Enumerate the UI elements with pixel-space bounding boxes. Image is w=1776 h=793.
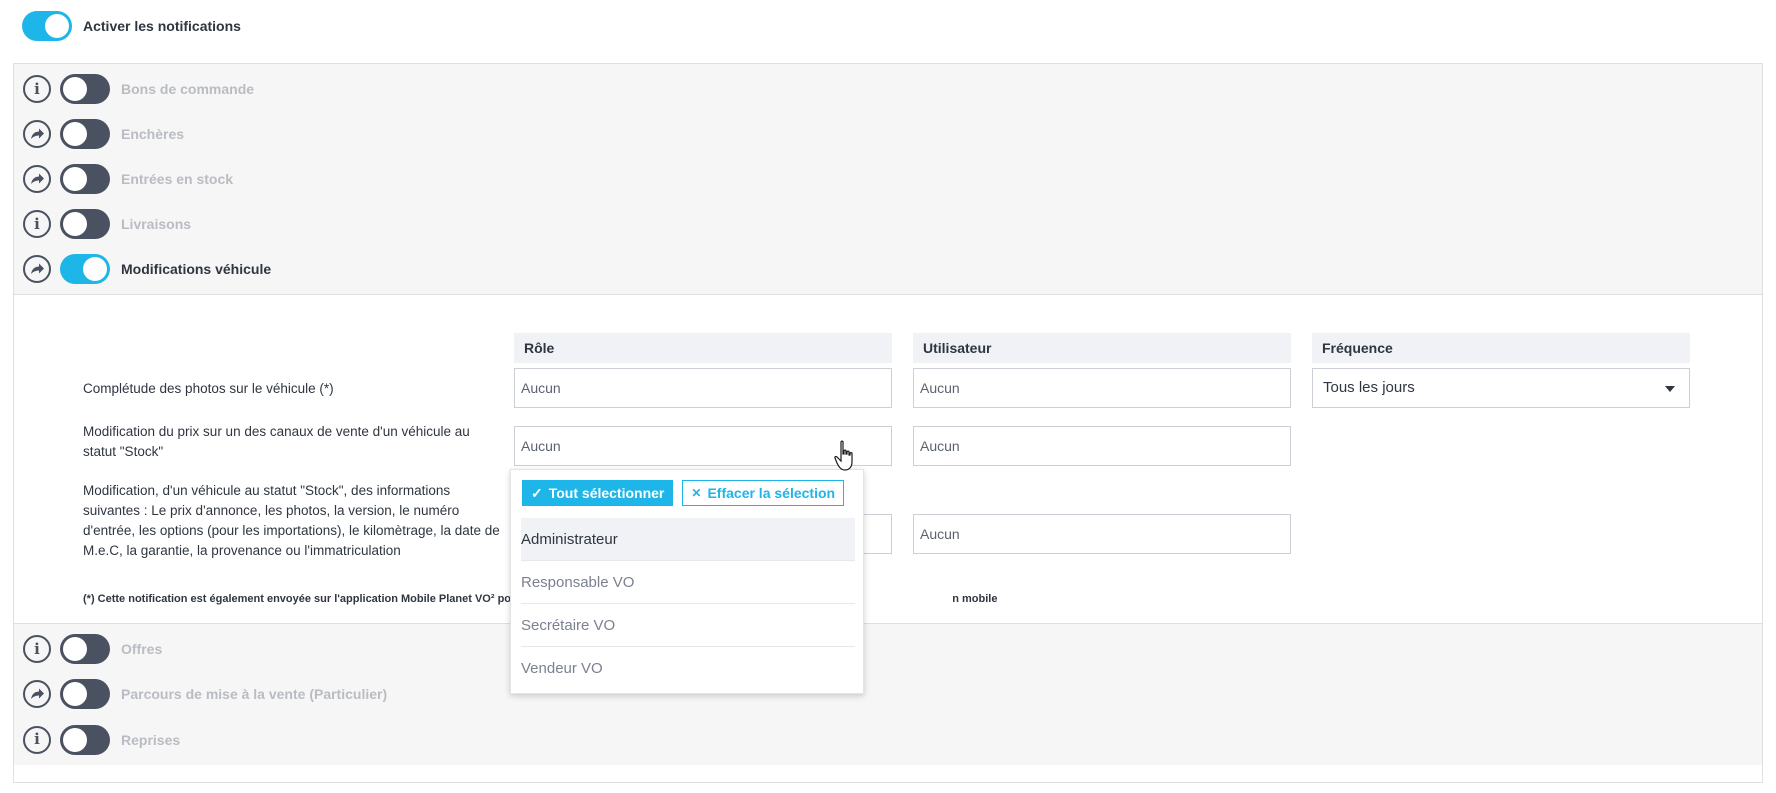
select-all-label: Tout sélectionner <box>548 485 665 501</box>
category-toggle-parcours[interactable] <box>60 679 110 709</box>
footnote-text-end: n mobile <box>952 593 998 605</box>
toggle-knob <box>63 682 87 706</box>
category-row-encheres: Enchères <box>14 109 1762 160</box>
info-icon[interactable]: i <box>23 210 51 238</box>
dropdown-option-vendeur-vo[interactable]: Vendeur VO <box>521 647 855 690</box>
info-icon[interactable]: i <box>23 725 51 754</box>
user-select[interactable]: Aucun <box>913 368 1291 408</box>
close-icon: ✕ <box>691 486 702 500</box>
category-label: Offres <box>121 641 163 657</box>
share-icon[interactable] <box>23 165 51 193</box>
modifications-vehicule-settings: Rôle Utilisateur Fréquence Complétude de… <box>14 319 1762 624</box>
master-notifications-toggle[interactable] <box>22 11 72 41</box>
dropdown-option-administrateur[interactable]: Administrateur <box>521 518 855 561</box>
info-icon[interactable]: i <box>23 635 51 663</box>
chevron-down-icon <box>1665 386 1675 392</box>
category-label: Modifications véhicule <box>121 261 272 277</box>
notification-categories-panel: i Bons de commande Enchères Entrées en s… <box>13 63 1763 783</box>
toggle-knob <box>63 167 87 191</box>
toggle-knob <box>63 122 87 146</box>
toggle-knob <box>63 727 87 752</box>
category-toggle-livraisons[interactable] <box>60 209 110 239</box>
role-dropdown-menu: ✓ Tout sélectionner ✕ Effacer la sélecti… <box>510 469 864 694</box>
category-toggle-entrees-en-stock[interactable] <box>60 164 110 194</box>
share-icon[interactable] <box>23 680 51 708</box>
category-label: Bons de commande <box>121 81 255 97</box>
hand-cursor-icon <box>834 440 853 471</box>
toggle-knob <box>83 257 107 281</box>
category-label: Parcours de mise à la vente (Particulier… <box>121 686 388 702</box>
toggle-knob <box>63 77 87 101</box>
check-icon: ✓ <box>531 485 543 501</box>
clear-selection-label: Effacer la sélection <box>707 485 836 501</box>
dropdown-option-secretaire-vo[interactable]: Secrétaire VO <box>521 604 855 647</box>
frequency-select[interactable]: Tous les jours <box>1312 368 1690 408</box>
column-header-user: Utilisateur <box>913 333 1291 363</box>
toggle-knob <box>45 14 69 38</box>
category-toggle-offres[interactable] <box>60 634 110 664</box>
notification-row-label: Modification, d'un véhicule au statut "S… <box>83 483 500 558</box>
dropdown-actions: ✓ Tout sélectionner ✕ Effacer la sélecti… <box>522 480 845 506</box>
category-label: Reprises <box>121 731 181 748</box>
info-icon[interactable]: i <box>23 75 51 103</box>
notification-row-label: Complétude des photos sur le véhicule (*… <box>83 381 334 396</box>
category-label: Enchères <box>121 126 185 142</box>
frequency-value: Tous les jours <box>1323 379 1415 396</box>
footnote-text: (*) Cette notification est également env… <box>83 593 565 605</box>
master-notifications-row: Activer les notifications <box>22 11 241 41</box>
category-toggle-encheres[interactable] <box>60 119 110 149</box>
option-label: Vendeur VO <box>521 660 603 677</box>
notification-row-label: Modification du prix sur un des canaux d… <box>83 424 470 459</box>
column-header-role: Rôle <box>514 333 892 363</box>
category-label: Entrées en stock <box>121 171 234 187</box>
category-row-bons-de-commande: i Bons de commande <box>14 64 1762 115</box>
dropdown-option-responsable-vo[interactable]: Responsable VO <box>521 561 855 604</box>
category-row-modifications-vehicule: Modifications véhicule <box>14 244 1762 295</box>
category-toggle-reprises[interactable] <box>60 724 110 755</box>
category-row-livraisons: i Livraisons <box>14 199 1762 250</box>
category-toggle-modifications-vehicule[interactable] <box>60 254 110 284</box>
toggle-knob <box>63 637 87 661</box>
master-notifications-label: Activer les notifications <box>83 18 241 34</box>
option-label: Administrateur <box>521 531 618 548</box>
category-row-reprises: i Reprises <box>14 714 1762 765</box>
share-icon[interactable] <box>23 120 51 148</box>
option-label: Secrétaire VO <box>521 617 616 634</box>
category-row-entrees-en-stock: Entrées en stock <box>14 154 1762 205</box>
share-icon[interactable] <box>23 255 51 283</box>
user-select[interactable]: Aucun <box>913 514 1291 554</box>
user-select[interactable]: Aucun <box>913 426 1291 466</box>
toggle-knob <box>63 212 87 236</box>
category-row-offres: i Offres <box>14 624 1762 675</box>
column-header-frequency: Fréquence <box>1312 333 1690 363</box>
select-all-button[interactable]: ✓ Tout sélectionner <box>522 480 674 506</box>
category-toggle-bons-de-commande[interactable] <box>60 74 110 104</box>
category-label: Livraisons <box>121 216 192 232</box>
role-select[interactable]: Aucun <box>514 368 892 408</box>
category-row-parcours: Parcours de mise à la vente (Particulier… <box>14 669 1762 720</box>
clear-selection-button[interactable]: ✕ Effacer la sélection <box>682 480 845 506</box>
option-label: Responsable VO <box>521 574 635 591</box>
